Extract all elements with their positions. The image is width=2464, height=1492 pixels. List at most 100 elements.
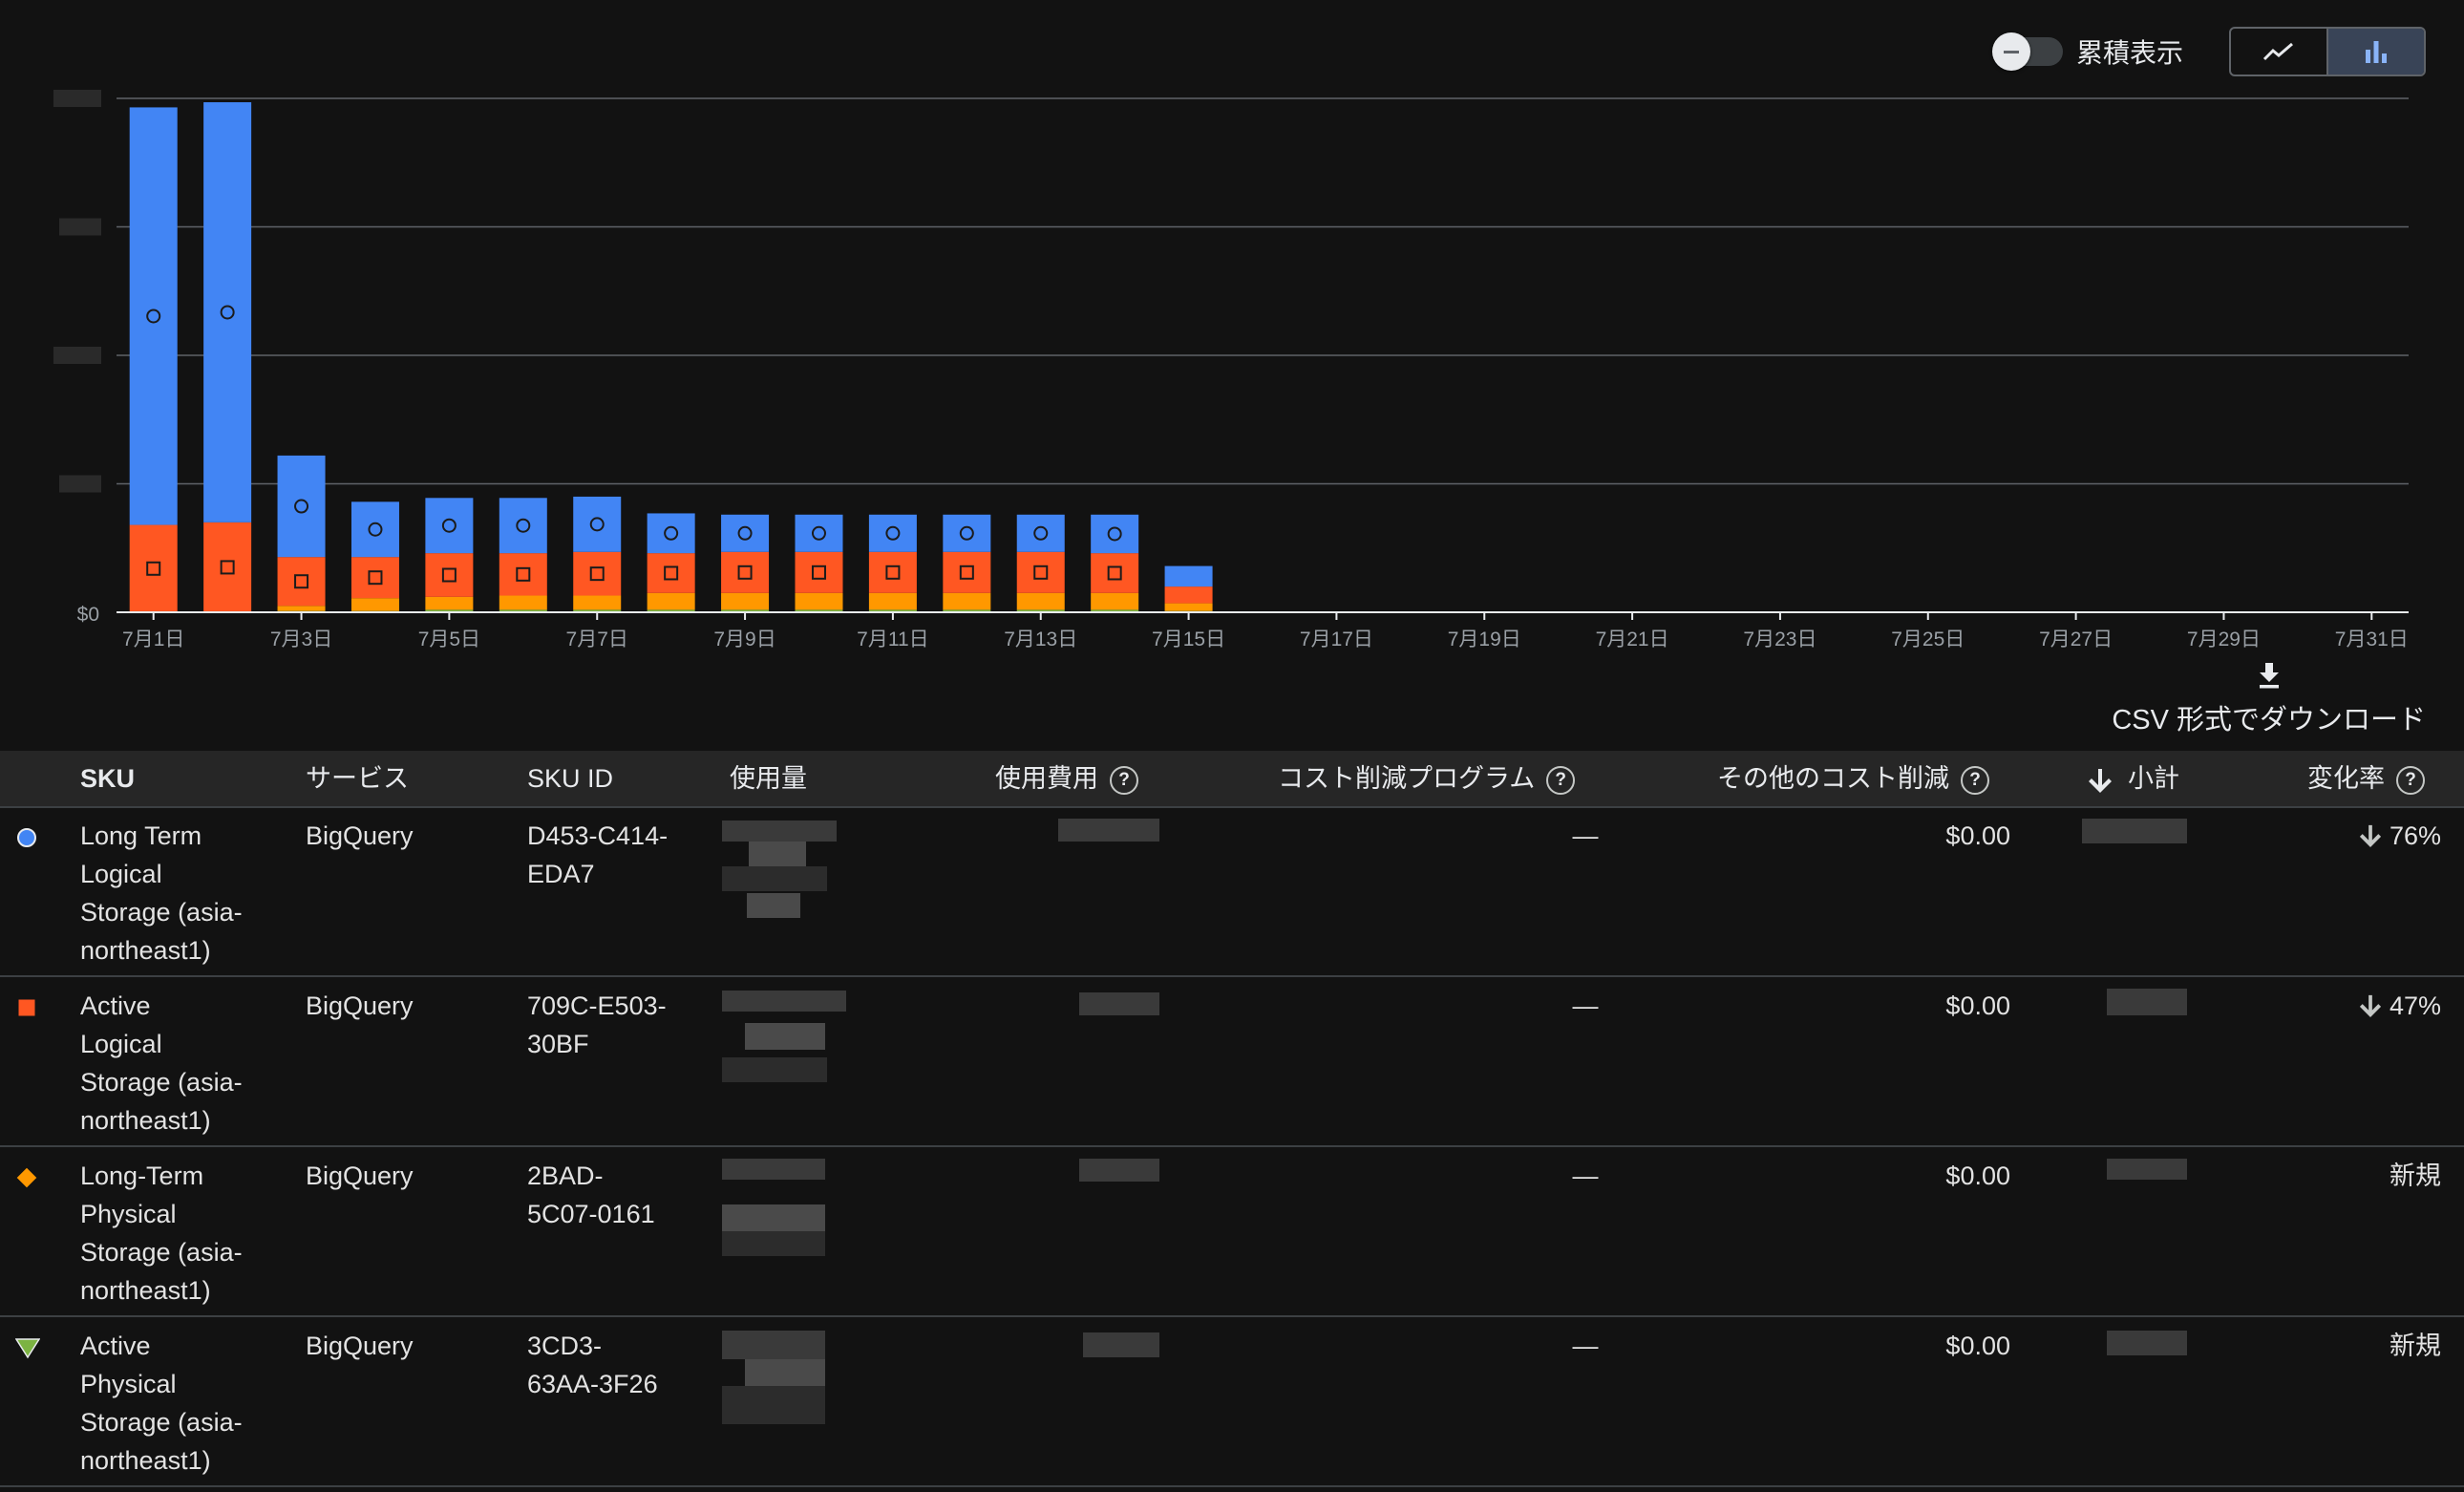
x-tick-label: 7月15日 xyxy=(1152,629,1225,650)
chart-bar-segment[interactable] xyxy=(499,498,547,554)
chart-bar-segment[interactable] xyxy=(721,551,770,593)
service-name: BigQuery xyxy=(306,991,414,1020)
chart-bar-segment[interactable] xyxy=(350,557,399,599)
help-icon[interactable]: ? xyxy=(1961,765,1989,795)
chart-bar-segment[interactable] xyxy=(1091,553,1139,593)
series-marker-square-icon xyxy=(17,998,36,1017)
redacted-usage xyxy=(722,866,827,891)
savings-programs-value: — xyxy=(1572,1162,1599,1190)
service-name: BigQuery xyxy=(306,1162,414,1190)
table-row[interactable]: Active Physical Storage (asia-northeast1) … xyxy=(0,1317,2464,1487)
csv-download-button[interactable]: CSV 形式でダウンロード xyxy=(2112,661,2426,737)
chart-bar-segment[interactable] xyxy=(203,102,252,522)
column-header-usage[interactable]: 使用量 xyxy=(730,751,807,806)
redacted-usage xyxy=(745,1023,825,1050)
chart-bar-segment[interactable] xyxy=(277,606,326,611)
chart-bar-segment[interactable] xyxy=(647,592,695,610)
redacted-subtotal xyxy=(2107,1159,2187,1180)
toggle-knob[interactable] xyxy=(1991,32,2030,71)
x-tick-label: 7月17日 xyxy=(1300,629,1373,650)
chart-bar-segment[interactable] xyxy=(647,553,695,593)
redacted-usage xyxy=(722,821,837,842)
sku-name: Active Physical Storage (asia-northeast1) xyxy=(80,1332,243,1475)
chart-bar-segment[interactable] xyxy=(1016,514,1065,552)
x-tick-label: 7月23日 xyxy=(1743,629,1816,650)
chart-bar-segment[interactable] xyxy=(1091,592,1139,610)
savings-programs-value: — xyxy=(1572,1332,1599,1360)
redacted-y-tick-label xyxy=(59,218,101,236)
chart-bar-segment[interactable] xyxy=(943,551,991,593)
redacted-usage-cost xyxy=(1079,992,1159,1015)
bar-chart-button[interactable] xyxy=(2326,29,2424,75)
help-icon[interactable]: ? xyxy=(2396,765,2425,795)
cost-chart: $0 7月1日 7月3日 7月5日 7月7日 7月9日 7月11日 7月13日 7月15日 7月1… xyxy=(53,90,2409,650)
change-value: 新規 xyxy=(2390,1332,2441,1360)
column-header-savings-programs[interactable]: コスト削減プログラム? xyxy=(1278,751,1576,806)
x-tick-label: 7月13日 xyxy=(1004,629,1077,650)
redacted-usage xyxy=(722,1331,825,1359)
column-header-service[interactable]: サービス xyxy=(306,751,409,806)
redacted-usage xyxy=(722,1231,825,1256)
chart-bar-segment[interactable] xyxy=(573,595,622,610)
chart-bar-segment[interactable] xyxy=(868,551,917,593)
cumulative-toggle[interactable]: 累積表示 xyxy=(1991,32,2183,71)
toggle-track[interactable] xyxy=(1991,32,2063,71)
chart-bar-segment[interactable] xyxy=(795,551,843,593)
chart-bar-segment[interactable] xyxy=(425,498,474,554)
cumulative-label: 累積表示 xyxy=(2075,38,2183,68)
chart-bar-segment[interactable] xyxy=(425,553,474,597)
chart-bar-segment[interactable] xyxy=(868,592,917,610)
chart-bar-segment[interactable] xyxy=(1016,592,1065,610)
sku-id: D453-C414- EDA7 xyxy=(527,821,669,888)
sku-id: 2BAD- 5C07-0161 xyxy=(527,1162,655,1228)
chart-bar-segment[interactable] xyxy=(868,514,917,552)
chart-bar-segment[interactable] xyxy=(129,524,178,612)
chart-bar-segment[interactable] xyxy=(499,595,547,610)
column-header-subtotal[interactable]: 小計 xyxy=(2088,751,2179,806)
csv-download-label: CSV 形式でダウンロード xyxy=(2112,705,2426,735)
chart-bar-segment[interactable] xyxy=(425,596,474,610)
redacted-usage xyxy=(722,1159,825,1180)
help-icon[interactable]: ? xyxy=(1546,765,1576,795)
chart-bar-segment[interactable] xyxy=(277,557,326,607)
chart-bar-segment[interactable] xyxy=(943,514,991,552)
column-header-change[interactable]: 変化率? xyxy=(2307,751,2425,806)
chart-bar-segment[interactable] xyxy=(499,553,547,596)
chart-bar-segment[interactable] xyxy=(1016,551,1065,593)
column-header-other-savings[interactable]: その他のコスト削減? xyxy=(1717,751,1989,806)
table-row[interactable]: Long Term Logical Storage (asia-northeast1… xyxy=(0,807,2464,977)
chart-bar-segment[interactable] xyxy=(573,551,622,596)
series-marker-triangle-icon xyxy=(15,1338,40,1359)
column-header-sku[interactable]: SKU xyxy=(80,751,135,806)
chart-bar-segment[interactable] xyxy=(350,501,399,558)
chart-bar-segment[interactable] xyxy=(1164,586,1213,604)
savings-programs-value: — xyxy=(1572,991,1599,1020)
table-row[interactable]: Active Logical Storage (asia-northeast1) B… xyxy=(0,977,2464,1147)
chart-bar-segment[interactable] xyxy=(795,514,843,552)
x-tick-label: 7月29日 xyxy=(2187,629,2261,650)
subtotal-label: 小計 xyxy=(2128,764,2179,793)
chart-bar-segment[interactable] xyxy=(1091,514,1139,554)
chart-bar-segment[interactable] xyxy=(350,598,399,611)
chart-bar-segment[interactable] xyxy=(277,455,326,558)
table-header: SKU サービス SKU ID 使用量 使用費用? コスト削減プログラム? その… xyxy=(0,751,2464,808)
chart-bar-segment[interactable] xyxy=(721,592,770,610)
chart-bar-segment[interactable] xyxy=(943,592,991,610)
line-chart-button[interactable] xyxy=(2231,29,2326,75)
arrow-down-icon xyxy=(2089,768,2112,793)
help-icon[interactable]: ? xyxy=(1110,765,1138,795)
other-savings-label: その他のコスト削減 xyxy=(1717,764,1949,793)
redacted-usage xyxy=(749,842,806,866)
column-header-sku-id[interactable]: SKU ID xyxy=(527,751,613,806)
chart-bar-segment[interactable] xyxy=(795,592,843,610)
chart-bar-segment[interactable] xyxy=(129,107,178,525)
chart-bar-segment[interactable] xyxy=(721,514,770,552)
other-savings-value: $0.00 xyxy=(1945,1332,2010,1360)
chart-bar-segment[interactable] xyxy=(1164,603,1213,611)
chart-bar-segment[interactable] xyxy=(647,513,695,554)
table-row[interactable]: Long-Term Physical Storage (asia-northeast… xyxy=(0,1147,2464,1317)
chart-bar-segment[interactable] xyxy=(1164,565,1213,587)
chart-bar-segment[interactable] xyxy=(203,522,252,612)
chart-bar-segment[interactable] xyxy=(573,496,622,552)
column-header-usage-cost[interactable]: 使用費用? xyxy=(995,751,1138,806)
